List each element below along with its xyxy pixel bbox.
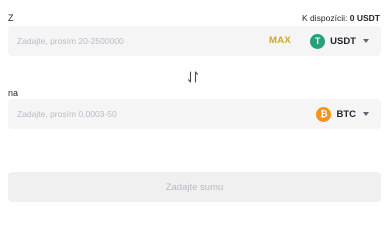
from-amount-field[interactable]: Zadajte, prosím 20-2500000 MAX T USDT <box>8 26 381 56</box>
enter-amount-button[interactable]: Zadajte sumu <box>8 172 381 202</box>
swap-arrows-icon[interactable] <box>186 70 200 84</box>
from-label: Z <box>8 13 14 23</box>
available-value: 0 USDT <box>349 13 380 23</box>
btc-icon: ₿ <box>316 106 332 122</box>
to-amount-field[interactable]: Zadajte, prosím 0.0003-50 ₿ BTC <box>8 99 381 129</box>
chevron-down-icon <box>363 112 369 116</box>
from-coin-symbol: USDT <box>330 35 356 47</box>
convert-panel: Z K dispozícii: 0 USDT Zadajte, prosím 2… <box>0 0 390 212</box>
from-amount-placeholder[interactable]: Zadajte, prosím 20-2500000 <box>17 36 124 46</box>
max-button[interactable]: MAX <box>269 35 291 46</box>
to-amount-placeholder[interactable]: Zadajte, prosím 0.0003-50 <box>17 109 117 119</box>
available-balance: K dispozícii: 0 USDT <box>302 13 380 23</box>
available-label: K dispozícii: <box>302 13 348 23</box>
chevron-down-icon <box>363 39 369 43</box>
to-coin-select[interactable]: ₿ BTC <box>316 106 369 122</box>
usdt-icon: T <box>310 33 326 49</box>
from-coin-select[interactable]: T USDT <box>310 33 369 49</box>
to-coin-symbol: BTC <box>336 108 356 120</box>
to-label: na <box>8 88 19 98</box>
